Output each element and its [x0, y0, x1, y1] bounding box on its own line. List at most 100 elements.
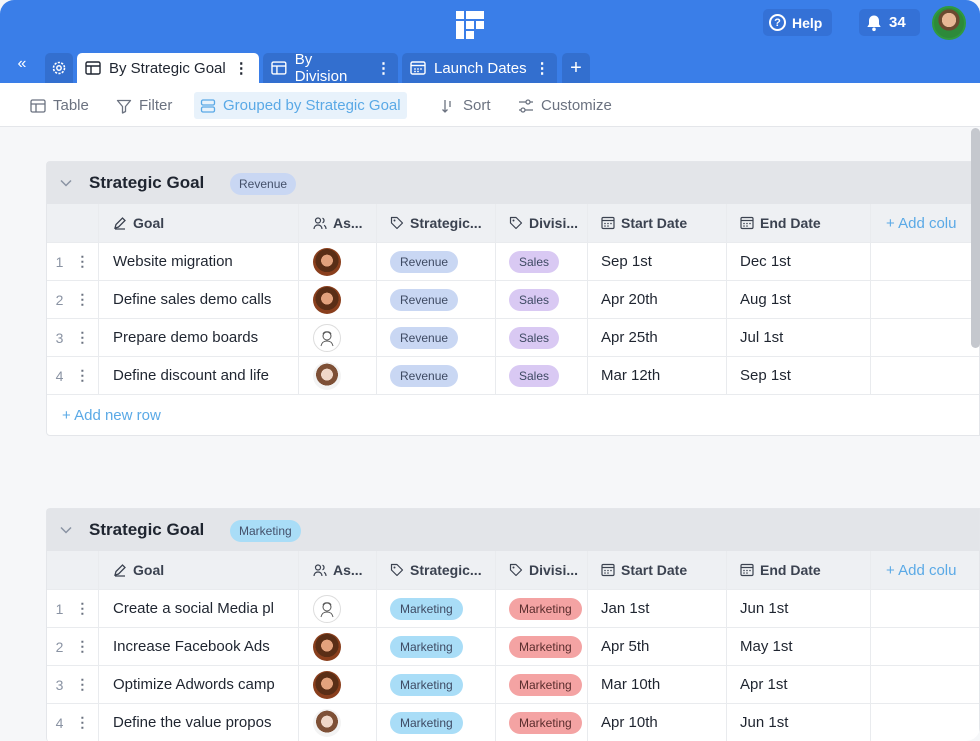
start-date-cell[interactable]: Apr 5th	[588, 628, 727, 665]
goal-cell[interactable]: Define the value propos	[99, 704, 299, 741]
row-menu-icon[interactable]: ⋮	[75, 291, 89, 308]
group-header[interactable]: Strategic Goal Revenue	[47, 162, 979, 204]
division-cell[interactable]: Sales	[496, 357, 588, 394]
tab-menu-icon[interactable]: ⋮	[234, 59, 249, 77]
start-date-cell[interactable]: Apr 10th	[588, 704, 727, 741]
goal-cell[interactable]: Increase Facebook Ads	[99, 628, 299, 665]
table-row[interactable]: 4 ⋮ Define the value propos Marketing Mar…	[47, 704, 979, 741]
division-cell[interactable]: Marketing	[496, 590, 588, 627]
customize-button[interactable]: Customize	[512, 92, 618, 119]
assignee-cell[interactable]	[299, 590, 377, 627]
strategic-cell[interactable]: Revenue	[377, 319, 496, 356]
strategic-cell[interactable]: Marketing	[377, 590, 496, 627]
vertical-scrollbar[interactable]	[971, 128, 980, 348]
assignee-cell[interactable]	[299, 281, 377, 318]
row-menu-icon[interactable]: ⋮	[75, 329, 89, 346]
assignee-cell[interactable]	[299, 319, 377, 356]
start-date-cell[interactable]: Jan 1st	[588, 590, 727, 627]
avatar[interactable]	[313, 670, 341, 699]
table-row[interactable]: 4 ⋮ Define discount and life Revenue Sale…	[47, 357, 979, 395]
end-date-cell[interactable]: Sep 1st	[727, 357, 871, 394]
goal-cell[interactable]: Prepare demo boards	[99, 319, 299, 356]
column-header-start-date[interactable]: Start Date	[588, 551, 727, 589]
end-date-cell[interactable]: Jun 1st	[727, 590, 871, 627]
tab-menu-icon[interactable]: ⋮	[535, 59, 550, 77]
row-menu-icon[interactable]: ⋮	[75, 638, 89, 655]
assignee-cell[interactable]	[299, 357, 377, 394]
strategic-cell[interactable]: Revenue	[377, 281, 496, 318]
tab-by-strategic-goal[interactable]: By Strategic Goal ⋮	[77, 53, 259, 83]
notifications-button[interactable]: 34	[859, 9, 920, 36]
end-date-cell[interactable]: Jun 1st	[727, 704, 871, 741]
column-header-strategic[interactable]: Strategic...	[377, 204, 496, 242]
avatar[interactable]	[313, 632, 341, 661]
table-row[interactable]: 1 ⋮ Create a social Media pl Marketing Ma…	[47, 590, 979, 628]
division-cell[interactable]: Sales	[496, 243, 588, 280]
strategic-cell[interactable]: Marketing	[377, 666, 496, 703]
view-settings-button[interactable]	[45, 53, 73, 83]
column-header-assignee[interactable]: As...	[299, 551, 377, 589]
strategic-cell[interactable]: Marketing	[377, 628, 496, 665]
column-header-end-date[interactable]: End Date	[727, 204, 871, 242]
strategic-cell[interactable]: Revenue	[377, 243, 496, 280]
goal-cell[interactable]: Define sales demo calls	[99, 281, 299, 318]
division-cell[interactable]: Sales	[496, 319, 588, 356]
row-menu-icon[interactable]: ⋮	[75, 714, 89, 731]
table-row[interactable]: 3 ⋮ Optimize Adwords camp Marketing Marke…	[47, 666, 979, 704]
strategic-cell[interactable]: Marketing	[377, 704, 496, 741]
column-header-strategic[interactable]: Strategic...	[377, 551, 496, 589]
start-date-cell[interactable]: Apr 25th	[588, 319, 727, 356]
table-row[interactable]: 2 ⋮ Define sales demo calls Revenue Sales…	[47, 281, 979, 319]
row-menu-icon[interactable]: ⋮	[75, 600, 89, 617]
start-date-cell[interactable]: Mar 12th	[588, 357, 727, 394]
assignee-cell[interactable]	[299, 704, 377, 741]
assignee-cell[interactable]	[299, 628, 377, 665]
group-by-button[interactable]: Grouped by Strategic Goal	[194, 92, 407, 119]
assignee-cell[interactable]	[299, 243, 377, 280]
tab-launch-dates[interactable]: Launch Dates ⋮	[402, 53, 557, 83]
row-menu-icon[interactable]: ⋮	[75, 367, 89, 384]
row-menu-icon[interactable]: ⋮	[75, 676, 89, 693]
filter-button[interactable]: Filter	[110, 92, 178, 119]
column-header-end-date[interactable]: End Date	[727, 551, 871, 589]
goal-cell[interactable]: Define discount and life	[99, 357, 299, 394]
assignee-cell[interactable]	[299, 666, 377, 703]
add-column-button[interactable]: + Add colu	[871, 204, 980, 242]
goal-cell[interactable]: Create a social Media pl	[99, 590, 299, 627]
user-avatar[interactable]	[932, 6, 966, 40]
add-column-button[interactable]: + Add colu	[871, 551, 980, 589]
end-date-cell[interactable]: Jul 1st	[727, 319, 871, 356]
division-cell[interactable]: Marketing	[496, 666, 588, 703]
app-logo[interactable]	[456, 11, 484, 39]
column-header-division[interactable]: Divisi...	[496, 204, 588, 242]
goal-cell[interactable]: Website migration	[99, 243, 299, 280]
sort-button[interactable]: Sort	[434, 92, 497, 119]
tab-by-division[interactable]: By Division ⋮	[263, 51, 398, 85]
end-date-cell[interactable]: Dec 1st	[727, 243, 871, 280]
end-date-cell[interactable]: Apr 1st	[727, 666, 871, 703]
end-date-cell[interactable]: May 1st	[727, 628, 871, 665]
collapse-sidebar-icon[interactable]: «	[8, 52, 36, 76]
start-date-cell[interactable]: Sep 1st	[588, 243, 727, 280]
division-cell[interactable]: Sales	[496, 281, 588, 318]
group-header[interactable]: Strategic Goal Marketing	[47, 509, 979, 551]
avatar[interactable]	[313, 247, 341, 276]
avatar[interactable]	[313, 285, 341, 314]
strategic-cell[interactable]: Revenue	[377, 357, 496, 394]
add-new-row-button[interactable]: + Add new row	[47, 395, 979, 435]
column-header-goal[interactable]: Goal	[99, 551, 299, 589]
tab-menu-icon[interactable]: ⋮	[376, 59, 391, 77]
chevron-down-icon[interactable]	[59, 176, 73, 190]
column-header-goal[interactable]: Goal	[99, 204, 299, 242]
table-row[interactable]: 2 ⋮ Increase Facebook Ads Marketing Marke…	[47, 628, 979, 666]
row-menu-icon[interactable]: ⋮	[75, 253, 89, 270]
column-header-start-date[interactable]: Start Date	[588, 204, 727, 242]
help-button[interactable]: ? Help	[763, 9, 832, 36]
chevron-down-icon[interactable]	[59, 523, 73, 537]
table-row[interactable]: 3 ⋮ Prepare demo boards Revenue Sales Apr…	[47, 319, 979, 357]
start-date-cell[interactable]: Apr 20th	[588, 281, 727, 318]
add-view-button[interactable]: +	[562, 53, 590, 83]
avatar[interactable]	[313, 594, 341, 623]
avatar[interactable]	[313, 708, 341, 737]
column-header-assignee[interactable]: As...	[299, 204, 377, 242]
